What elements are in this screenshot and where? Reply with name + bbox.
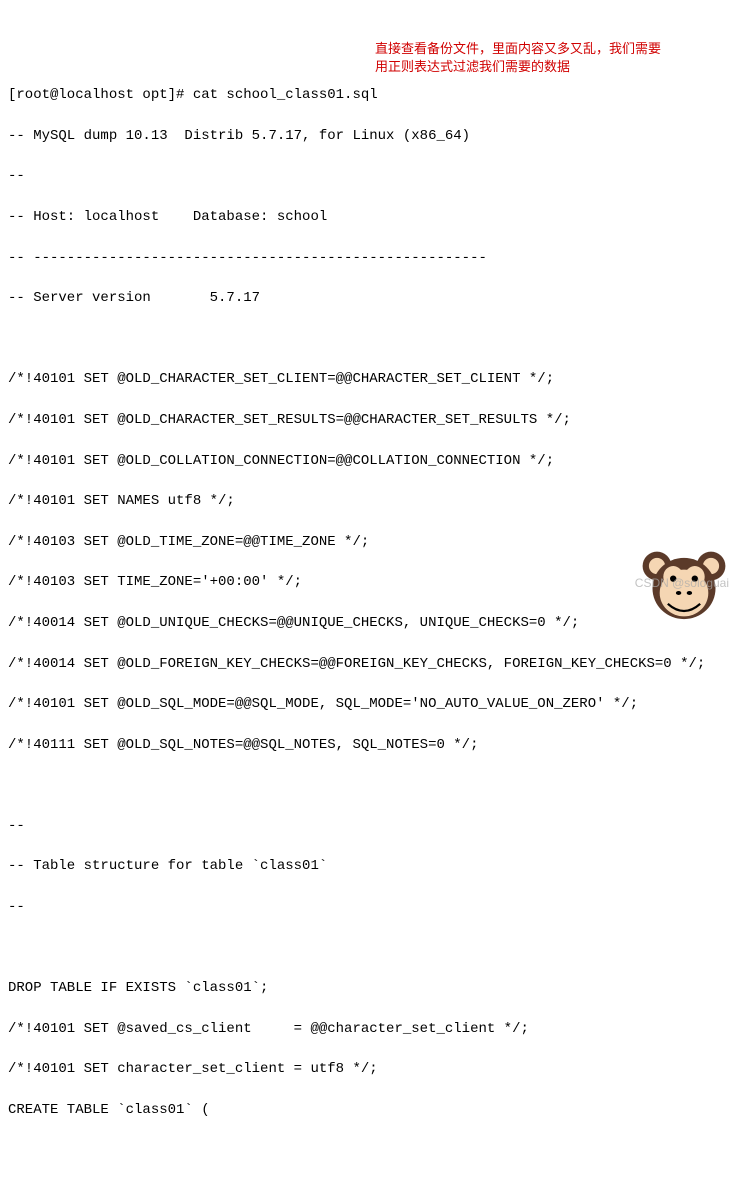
output-line — [8, 329, 731, 349]
output-line: CREATE TABLE `class01` ( — [8, 1100, 731, 1120]
output-line — [8, 938, 731, 958]
output-line: -- — [8, 897, 731, 917]
output-line: /*!40014 SET @OLD_UNIQUE_CHECKS=@@UNIQUE… — [8, 613, 731, 633]
output-line: /*!40014 SET @OLD_FOREIGN_KEY_CHECKS=@@F… — [8, 654, 731, 674]
output-line: /*!40101 SET character_set_client = utf8… — [8, 1059, 731, 1079]
output-line: /*!40111 SET @OLD_SQL_NOTES=@@SQL_NOTES,… — [8, 735, 731, 755]
output-line: /*!40101 SET @OLD_CHARACTER_SET_CLIENT=@… — [8, 369, 731, 389]
output-line: -- Table structure for table `class01` — [8, 856, 731, 876]
output-line: /*!40101 SET @OLD_CHARACTER_SET_RESULTS=… — [8, 410, 731, 430]
output-line — [8, 775, 731, 795]
output-line: /*!40101 SET NAMES utf8 */; — [8, 491, 731, 511]
watermark-text: CSDN @sologuai — [635, 575, 729, 592]
terminal-prompt: [root@localhost opt]# cat school_class01… — [8, 85, 731, 105]
output-line: /*!40103 SET @OLD_TIME_ZONE=@@TIME_ZONE … — [8, 532, 731, 552]
annotation-line: 直接查看备份文件，里面内容又多又乱，我们需要 — [375, 40, 735, 58]
annotation-line: 用正则表达式过滤我们需要的数据 — [375, 58, 735, 76]
output-line: -- — [8, 166, 731, 186]
output-line: /*!40101 SET @OLD_COLLATION_CONNECTION=@… — [8, 451, 731, 471]
output-line: -- -------------------------------------… — [8, 248, 731, 268]
output-line: -- MySQL dump 10.13 Distrib 5.7.17, for … — [8, 126, 731, 146]
output-line: -- Host: localhost Database: school — [8, 207, 731, 227]
output-line: /*!40101 SET @OLD_SQL_MODE=@@SQL_MODE, S… — [8, 694, 731, 714]
output-line: -- — [8, 816, 731, 836]
output-line: /*!40101 SET @saved_cs_client = @@charac… — [8, 1019, 731, 1039]
output-line: /*!40103 SET TIME_ZONE='+00:00' */; — [8, 572, 731, 592]
output-line: DROP TABLE IF EXISTS `class01`; — [8, 978, 731, 998]
annotation-text: 直接查看备份文件，里面内容又多又乱，我们需要 用正则表达式过滤我们需要的数据 — [375, 40, 735, 76]
output-line: -- Server version 5.7.17 — [8, 288, 731, 308]
